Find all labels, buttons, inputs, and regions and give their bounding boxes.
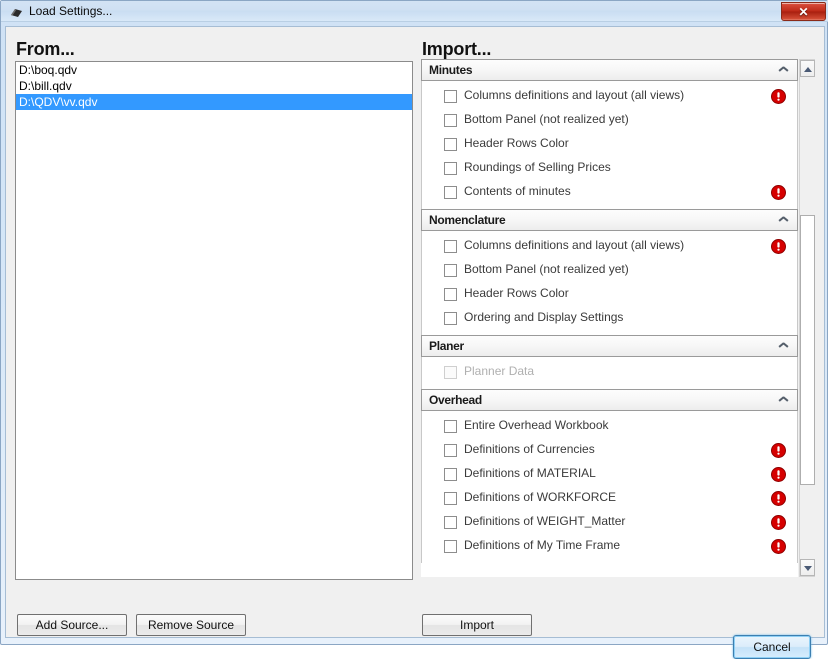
cancel-button[interactable]: Cancel <box>733 635 811 659</box>
dialog-window: Load Settings... ✕ From... D:\boq.qdv D:\… <box>0 0 828 659</box>
chevron-up-icon[interactable] <box>779 68 788 74</box>
warning-icon <box>771 89 786 104</box>
option-label: Entire Overhead Workbook <box>464 418 609 432</box>
import-button[interactable]: Import <box>422 614 532 636</box>
option-label: Definitions of Currencies <box>464 442 595 456</box>
option-row[interactable]: Definitions of WORKFORCE <box>422 487 797 511</box>
option-row[interactable]: Header Rows Color <box>422 133 797 157</box>
close-button[interactable]: ✕ <box>781 2 826 21</box>
option-checkbox[interactable] <box>444 540 457 553</box>
warning-icon <box>771 491 786 506</box>
app-diamond-icon <box>10 6 23 17</box>
option-label: Bottom Panel (not realized yet) <box>464 262 629 276</box>
option-label: Definitions of WEIGHT_Matter <box>464 514 626 528</box>
option-label: Contents of minutes <box>464 184 571 198</box>
scrollbar-thumb[interactable] <box>800 215 815 485</box>
import-scroll-viewport: Minutes Columns definitions and layout (a… <box>421 59 798 577</box>
import-vertical-scrollbar[interactable] <box>799 59 815 577</box>
option-checkbox[interactable] <box>444 444 457 457</box>
option-row[interactable]: Header Rows Color <box>422 283 797 307</box>
option-checkbox[interactable] <box>444 162 457 175</box>
source-list-item[interactable]: D:\boq.qdv <box>16 62 412 78</box>
section-header-nomenclature[interactable]: Nomenclature <box>421 209 798 231</box>
option-label: Definitions of WORKFORCE <box>464 490 617 504</box>
chevron-up-icon[interactable] <box>779 398 788 404</box>
option-row[interactable]: Contents of minutes <box>422 181 797 205</box>
option-label: Bottom Panel (not realized yet) <box>464 112 629 126</box>
option-row[interactable]: Definitions of MATERIAL <box>422 463 797 487</box>
warning-icon <box>771 443 786 458</box>
option-checkbox[interactable] <box>444 468 457 481</box>
import-options-area: Minutes Columns definitions and layout (a… <box>421 59 815 577</box>
section-body: Columns definitions and layout (all view… <box>421 81 798 209</box>
option-checkbox[interactable] <box>444 264 457 277</box>
section-header-planer[interactable]: Planer <box>421 335 798 357</box>
option-label: Definitions of MATERIAL <box>464 466 596 480</box>
window-title: Load Settings... <box>29 4 113 18</box>
option-checkbox[interactable] <box>444 288 457 301</box>
option-label: Roundings of Selling Prices <box>464 160 611 174</box>
option-label: Definitions of My Time Frame <box>464 538 621 552</box>
title-bar: Load Settings... ✕ <box>1 1 828 22</box>
warning-icon <box>771 239 786 254</box>
option-row[interactable]: Roundings of Selling Prices <box>422 157 797 181</box>
from-heading: From... <box>16 39 75 59</box>
option-label: Header Rows Color <box>464 286 569 300</box>
option-row[interactable]: Columns definitions and layout (all view… <box>422 235 797 259</box>
scroll-up-arrow-icon[interactable] <box>800 60 815 77</box>
option-checkbox[interactable] <box>444 312 457 325</box>
option-label: Planner Data <box>464 364 535 378</box>
section-title: Overhead <box>429 393 482 407</box>
option-checkbox[interactable] <box>444 114 457 127</box>
section-body: Planner Data <box>421 357 798 389</box>
scroll-down-arrow-icon[interactable] <box>800 559 815 576</box>
option-row[interactable]: Entire Overhead Workbook <box>422 415 797 439</box>
option-row: Planner Data <box>422 361 797 385</box>
warning-icon <box>771 539 786 554</box>
option-row[interactable]: Bottom Panel (not realized yet) <box>422 109 797 133</box>
option-checkbox[interactable] <box>444 138 457 151</box>
import-heading: Import... <box>422 39 492 59</box>
section-title: Nomenclature <box>429 213 506 227</box>
section-header-overhead[interactable]: Overhead <box>421 389 798 411</box>
option-label: Columns definitions and layout (all view… <box>464 88 685 102</box>
add-source-button[interactable]: Add Source... <box>17 614 127 636</box>
option-checkbox[interactable] <box>444 240 457 253</box>
option-checkbox[interactable] <box>444 516 457 529</box>
option-row[interactable]: Columns definitions and layout (all view… <box>422 85 797 109</box>
option-row[interactable]: Definitions of My Time Frame <box>422 535 797 559</box>
source-file-list[interactable]: D:\boq.qdv D:\bill.qdv D:\QDV\vv.qdv <box>15 61 413 580</box>
option-row[interactable]: Ordering and Display Settings <box>422 307 797 331</box>
option-checkbox[interactable] <box>444 420 457 433</box>
chevron-up-icon[interactable] <box>779 344 788 350</box>
warning-icon <box>771 515 786 530</box>
option-row[interactable]: Bottom Panel (not realized yet) <box>422 259 797 283</box>
section-body: Columns definitions and layout (all view… <box>421 231 798 335</box>
section-body: Entire Overhead Workbook Definitions of C… <box>421 411 798 563</box>
source-list-item[interactable]: D:\bill.qdv <box>16 78 412 94</box>
option-label: Header Rows Color <box>464 136 569 150</box>
option-checkbox[interactable] <box>444 492 457 505</box>
section-header-minutes[interactable]: Minutes <box>421 59 798 81</box>
option-checkbox[interactable] <box>444 90 457 103</box>
warning-icon <box>771 467 786 482</box>
dialog-client-area: From... D:\boq.qdv D:\bill.qdv D:\QDV\vv.q… <box>5 26 825 659</box>
chevron-up-icon[interactable] <box>779 218 788 224</box>
option-row[interactable]: Definitions of Currencies <box>422 439 797 463</box>
source-list-item[interactable]: D:\QDV\vv.qdv <box>16 94 412 110</box>
option-checkbox <box>444 366 457 379</box>
section-title: Minutes <box>429 63 473 77</box>
option-row[interactable]: Definitions of WEIGHT_Matter <box>422 511 797 535</box>
remove-source-button[interactable]: Remove Source <box>136 614 246 636</box>
import-sections-container: Minutes Columns definitions and layout (a… <box>421 59 798 563</box>
option-label: Columns definitions and layout (all view… <box>464 238 685 252</box>
warning-icon <box>771 185 786 200</box>
option-checkbox[interactable] <box>444 186 457 199</box>
section-title: Planer <box>429 339 464 353</box>
option-label: Ordering and Display Settings <box>464 310 624 324</box>
